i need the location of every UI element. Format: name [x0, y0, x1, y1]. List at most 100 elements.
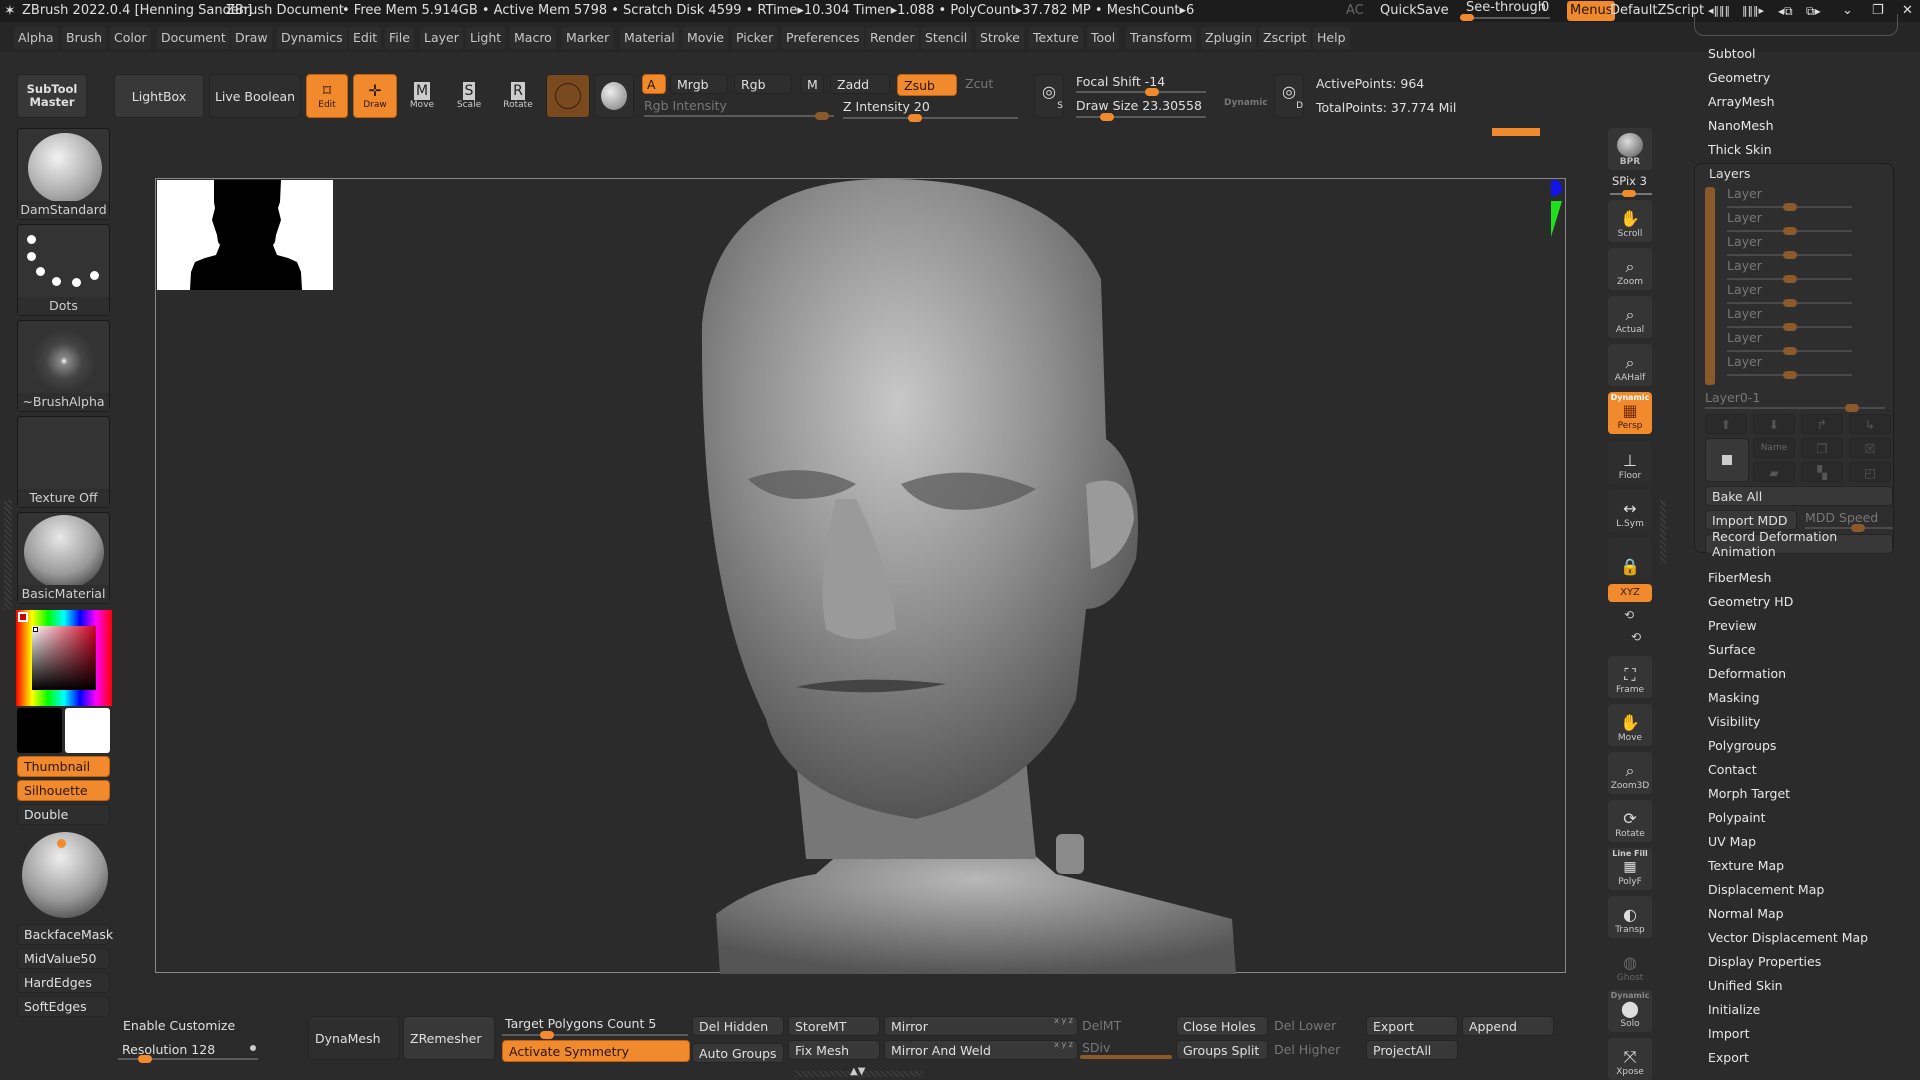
draw-button[interactable]: ✛ Draw	[353, 74, 397, 118]
lazy-mouse-d-button[interactable]: ◎ D	[1274, 74, 1304, 118]
mirror-button[interactable]: Mirror x y z	[884, 1016, 1078, 1036]
palette-polygroups[interactable]: Polygroups	[1708, 738, 1776, 753]
ac-button[interactable]: AC	[1346, 0, 1364, 22]
rotate-button[interactable]: R Rotate	[496, 74, 540, 118]
lsym-button[interactable]: ↔ L.Sym	[1608, 490, 1652, 532]
color-saturation-square[interactable]	[32, 626, 96, 690]
move-button[interactable]: M Move	[400, 74, 444, 118]
menu-picker[interactable]: Picker	[732, 27, 778, 49]
layer-name-button[interactable]: Name	[1753, 438, 1795, 458]
mirror-weld-axis-selector[interactable]: x y z	[1054, 1040, 1073, 1049]
menu-edit[interactable]: Edit	[349, 27, 382, 49]
rgb-intensity-slider[interactable]	[644, 115, 834, 117]
dynamesh-button[interactable]: DynaMesh	[308, 1016, 400, 1060]
palette-fibermesh[interactable]: FiberMesh	[1708, 570, 1771, 585]
defaultzscript-button[interactable]: DefaultZScript	[1610, 0, 1704, 22]
palette-nanomesh[interactable]: NanoMesh	[1708, 118, 1774, 133]
zoom-button[interactable]: ⌕ Zoom	[1608, 248, 1652, 290]
menu-marker[interactable]: Marker	[562, 27, 614, 49]
z-intensity-knob[interactable]	[908, 114, 922, 122]
quicksave-button[interactable]: QuickSave	[1380, 0, 1449, 22]
close-holes-button[interactable]: Close Holes	[1176, 1016, 1268, 1036]
hardedges-button[interactable]: HardEdges	[17, 972, 110, 993]
gradient-button[interactable]	[594, 74, 634, 118]
groups-split-button[interactable]: Groups Split	[1176, 1040, 1268, 1060]
a-button[interactable]: A	[642, 74, 666, 94]
palette-visibility[interactable]: Visibility	[1708, 714, 1760, 729]
polyf-button[interactable]: Line Fill ▦ PolyF	[1608, 848, 1652, 890]
texture-thumbnail[interactable]: Texture Off	[17, 416, 110, 508]
mirror-and-weld-button[interactable]: Mirror And Weld x y z	[884, 1040, 1078, 1060]
bake-all-button[interactable]: Bake All	[1705, 486, 1893, 506]
menu-document[interactable]: Document	[157, 27, 230, 49]
focal-shift-knob[interactable]	[1145, 88, 1159, 96]
seethrough-slider-knob[interactable]	[1460, 14, 1474, 21]
floor-button[interactable]: ⊥ Floor	[1608, 442, 1652, 484]
layer-strength-knob[interactable]	[1845, 404, 1859, 412]
zcut-button[interactable]: Zcut	[965, 76, 993, 91]
lazy-mouse-s-button[interactable]: ◎ S	[1034, 74, 1064, 118]
menu-dynamics[interactable]: Dynamics	[277, 27, 347, 49]
palette-geometry-hd[interactable]: Geometry HD	[1708, 594, 1793, 609]
close-icon[interactable]: ✕	[1902, 0, 1913, 22]
rotate-y-icon[interactable]: ⟲	[1624, 608, 1634, 622]
layers-scrollbar[interactable]	[1705, 187, 1715, 385]
palette-vector-displacement-map[interactable]: Vector Displacement Map	[1708, 930, 1868, 945]
scroll-button[interactable]: ✋ Scroll	[1608, 200, 1652, 242]
sdiv-slider[interactable]	[1080, 1055, 1172, 1059]
draw-size-slider[interactable]	[1076, 116, 1206, 118]
palette-contact[interactable]: Contact	[1708, 762, 1757, 777]
menu-texture[interactable]: Texture	[1029, 27, 1083, 49]
secondary-color-swatch[interactable]	[17, 708, 62, 753]
light-sphere[interactable]	[22, 832, 108, 918]
canvas-viewport[interactable]	[155, 178, 1566, 974]
spix-knob[interactable]	[1622, 190, 1636, 197]
palette-preview[interactable]: Preview	[1708, 618, 1757, 633]
export-button[interactable]: Export	[1366, 1016, 1458, 1036]
palette-unified-skin[interactable]: Unified Skin	[1708, 978, 1783, 993]
palette-texture-map[interactable]: Texture Map	[1708, 858, 1784, 873]
palette-normal-map[interactable]: Normal Map	[1708, 906, 1784, 921]
layer-merge-button[interactable]: ↳	[1849, 414, 1891, 434]
menu-light[interactable]: Light	[466, 27, 506, 49]
append-button[interactable]: Append	[1462, 1016, 1554, 1036]
palette-import[interactable]: Import	[1708, 1026, 1750, 1041]
material-thumbnail[interactable]: BasicMaterial	[17, 512, 110, 604]
menu-file[interactable]: File	[385, 27, 414, 49]
del-lower-button[interactable]: Del Lower	[1274, 1018, 1336, 1033]
projectall-button[interactable]: ProjectAll	[1366, 1040, 1458, 1060]
thumbnail-button[interactable]: Thumbnail	[17, 756, 110, 777]
menu-tool[interactable]: Tool	[1087, 27, 1120, 49]
main-color-swatch[interactable]	[65, 708, 110, 753]
menu-zscript[interactable]: Zscript	[1259, 27, 1311, 49]
camera-lock-button[interactable]: 🔒	[1608, 538, 1652, 580]
edit-button[interactable]: ⌑ Edit	[306, 74, 348, 118]
draw-size-knob[interactable]	[1100, 113, 1114, 121]
layer-move-down-button[interactable]: ⬇	[1753, 414, 1795, 434]
palette-export[interactable]: Export	[1708, 1050, 1749, 1065]
menu-alpha[interactable]: Alpha	[14, 27, 58, 49]
record-deformation-button[interactable]: Record Deformation Animation	[1705, 529, 1893, 559]
menu-color[interactable]: Color	[110, 27, 151, 49]
palette-subtool[interactable]: Subtool	[1708, 46, 1755, 61]
sculpt-model[interactable]	[156, 139, 1567, 974]
material-sphere-button[interactable]	[546, 74, 590, 118]
auto-groups-button[interactable]: Auto Groups	[692, 1043, 784, 1063]
activate-symmetry-button[interactable]: Activate Symmetry	[502, 1040, 690, 1062]
left-tray-handle[interactable]	[4, 500, 12, 610]
layer-delete-button[interactable]: ☒	[1849, 438, 1891, 458]
menu-preferences[interactable]: Preferences	[782, 27, 864, 49]
layer-option-b-button[interactable]: ▚	[1801, 462, 1843, 482]
fix-mesh-button[interactable]: Fix Mesh	[788, 1040, 880, 1060]
new-layer-button[interactable]	[1705, 438, 1749, 482]
z-intensity-slider[interactable]	[843, 117, 1018, 119]
palette-morph-target[interactable]: Morph Target	[1708, 786, 1790, 801]
palette-geometry[interactable]: Geometry	[1708, 70, 1770, 85]
zsub-button[interactable]: Zsub	[897, 74, 957, 96]
ghost-button[interactable]: ◍ Ghost	[1608, 944, 1652, 986]
target-polygons-knob[interactable]	[540, 1031, 554, 1039]
del-hidden-button[interactable]: Del Hidden	[692, 1016, 784, 1036]
palette-display-properties[interactable]: Display Properties	[1708, 954, 1821, 969]
lightbox-button[interactable]: LightBox	[114, 74, 204, 118]
layers-title[interactable]: Layers	[1709, 166, 1750, 181]
